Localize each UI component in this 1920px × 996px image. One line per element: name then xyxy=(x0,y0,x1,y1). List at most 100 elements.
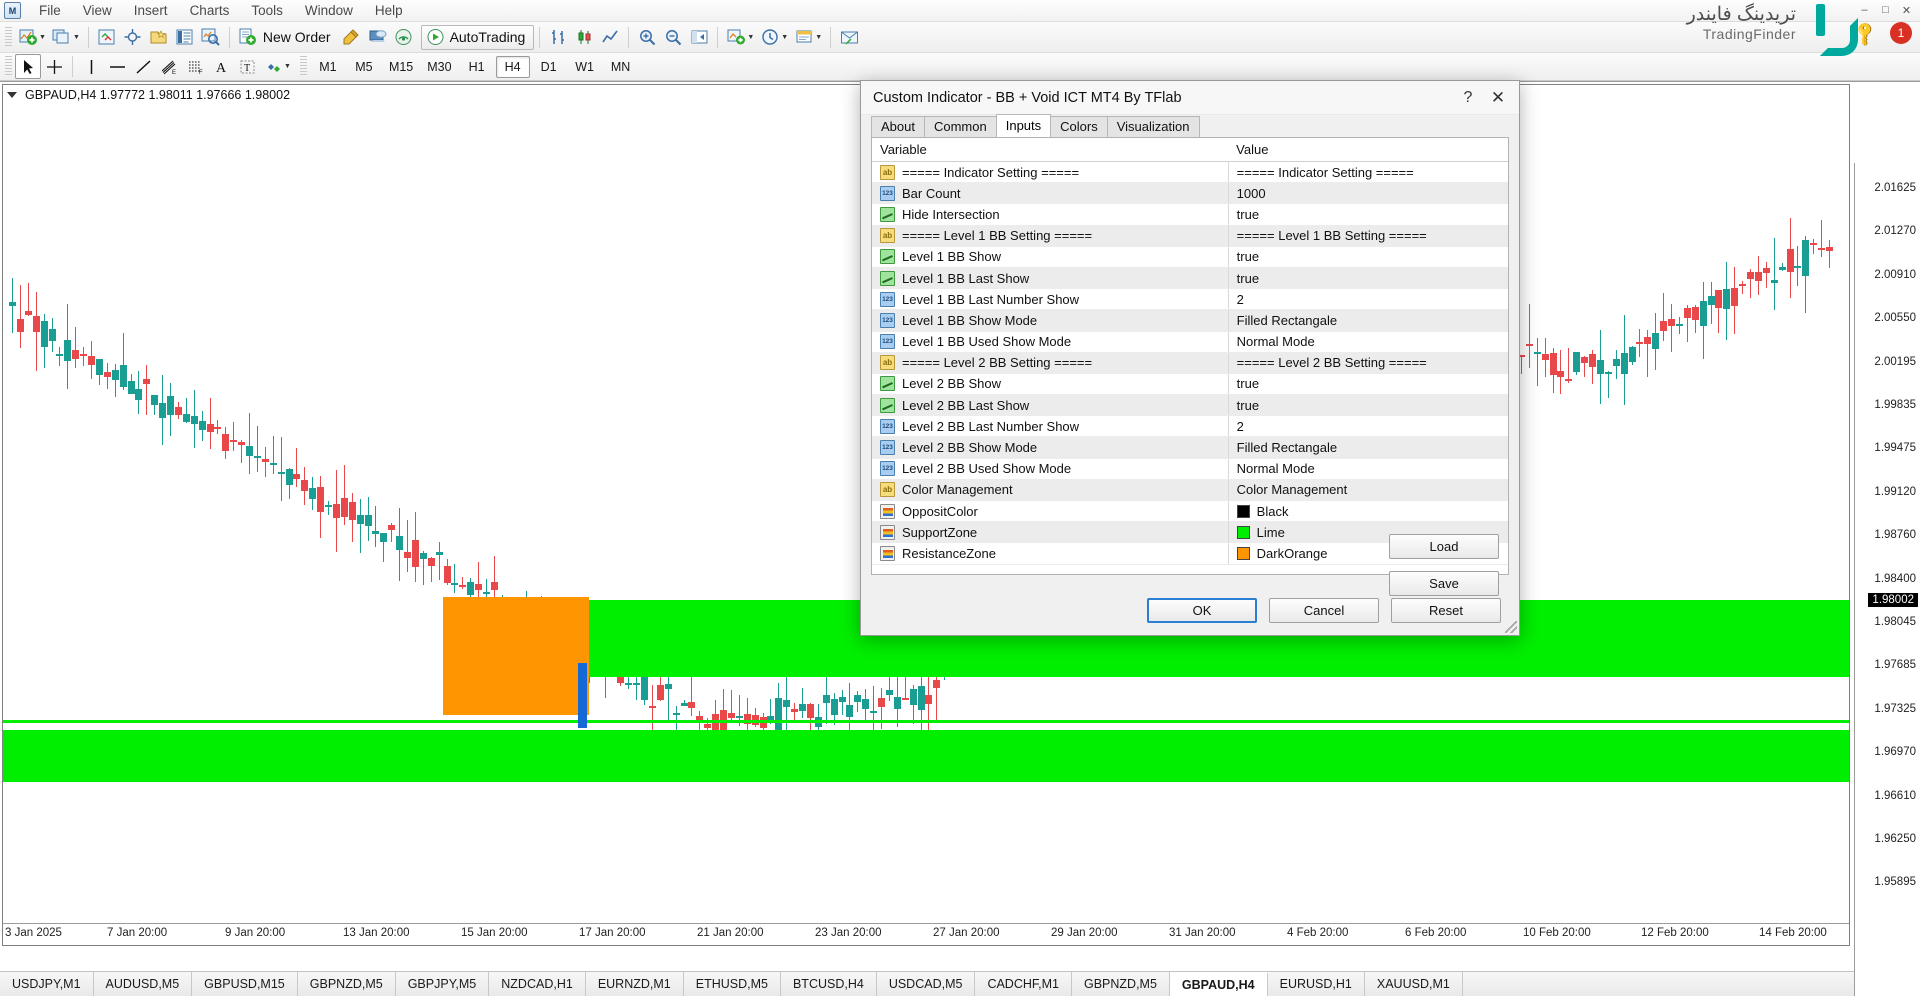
table-row[interactable]: Level 2 BB Showtrue xyxy=(872,373,1508,394)
bar-chart-icon[interactable] xyxy=(545,25,571,50)
table-row[interactable]: Level 1 BB Last Showtrue xyxy=(872,267,1508,288)
maximize-button[interactable]: □ xyxy=(1878,3,1893,17)
custom-indicator-dialog[interactable]: Custom Indicator - BB + Void ICT MT4 By … xyxy=(860,80,1520,636)
timeframe-d1[interactable]: D1 xyxy=(532,56,566,78)
reset-button[interactable]: Reset xyxy=(1391,598,1501,623)
zoom-in-icon[interactable] xyxy=(634,25,660,50)
autotrading-button[interactable]: AutoTrading xyxy=(421,25,535,50)
terminal-icon[interactable] xyxy=(172,25,198,50)
equidistant-channel-icon[interactable]: E xyxy=(156,54,182,79)
param-value-cell[interactable]: true xyxy=(1228,395,1508,416)
help-icon[interactable]: ? xyxy=(1453,85,1483,111)
symbol-tab[interactable]: USDCAD,M5 xyxy=(877,972,976,996)
table-row[interactable]: Level 1 BB Used Show ModeNormal Mode xyxy=(872,331,1508,352)
vertical-line-icon[interactable] xyxy=(78,54,104,79)
table-row[interactable]: ===== Level 1 BB Setting ========== Leve… xyxy=(872,225,1508,246)
notification-badge[interactable]: 1 xyxy=(1890,22,1912,44)
symbol-tab[interactable]: EURUSD,H1 xyxy=(1268,972,1365,996)
menu-help[interactable]: Help xyxy=(365,1,413,21)
signals-icon[interactable] xyxy=(391,25,417,50)
chart-collapse-icon[interactable] xyxy=(7,92,17,98)
candlestick-chart-icon[interactable] xyxy=(571,25,597,50)
navigator-icon[interactable] xyxy=(146,25,172,50)
table-row[interactable]: ===== Level 2 BB Setting ========== Leve… xyxy=(872,352,1508,373)
horizontal-line-icon[interactable] xyxy=(104,54,130,79)
text-label-icon[interactable]: T xyxy=(234,54,260,79)
timeframe-m15[interactable]: M15 xyxy=(383,56,419,78)
zoom-out-icon[interactable] xyxy=(660,25,686,50)
cursor-icon[interactable] xyxy=(15,54,41,79)
close-icon[interactable]: ✕ xyxy=(1483,85,1513,111)
param-value-cell[interactable]: ===== Level 1 BB Setting ===== xyxy=(1228,225,1508,246)
param-value-cell[interactable]: 1000 xyxy=(1228,183,1508,204)
menu-view[interactable]: View xyxy=(73,1,122,21)
new-order-button[interactable]: New Order xyxy=(261,29,339,45)
timeframe-grip[interactable] xyxy=(300,56,307,77)
tab-colors[interactable]: Colors xyxy=(1050,116,1108,137)
table-row[interactable]: Level 1 BB Show ModeFilled Rectangale xyxy=(872,310,1508,331)
text-icon[interactable]: A xyxy=(208,54,234,79)
new-chart-icon[interactable] xyxy=(15,25,41,50)
crosshair-tool-icon[interactable] xyxy=(41,54,67,79)
mql5-community-icon[interactable] xyxy=(365,25,391,50)
param-value-cell[interactable]: true xyxy=(1228,373,1508,394)
menu-tools[interactable]: Tools xyxy=(241,1,293,21)
symbol-tab[interactable]: XAUUSD,M1 xyxy=(1365,972,1463,996)
dialog-titlebar[interactable]: Custom Indicator - BB + Void ICT MT4 By … xyxy=(861,81,1519,115)
minimize-button[interactable]: – xyxy=(1857,3,1872,17)
timeframe-m30[interactable]: M30 xyxy=(421,56,457,78)
indicators-icon[interactable] xyxy=(723,25,749,50)
symbol-tab[interactable]: EURNZD,M1 xyxy=(586,972,684,996)
symbol-tab[interactable]: USDJPY,M1 xyxy=(0,972,94,996)
menu-file[interactable]: File xyxy=(29,1,71,21)
symbol-tab[interactable]: CADCHF,M1 xyxy=(975,972,1072,996)
param-value-cell[interactable]: Normal Mode xyxy=(1228,331,1508,352)
symbol-tab[interactable]: GBPNZD,M5 xyxy=(1072,972,1170,996)
symbol-tab[interactable]: BTCUSD,H4 xyxy=(781,972,877,996)
crosshair-icon[interactable] xyxy=(120,25,146,50)
profiles-icon[interactable] xyxy=(49,25,75,50)
timeframe-w1[interactable]: W1 xyxy=(568,56,602,78)
table-row[interactable]: Level 1 BB Showtrue xyxy=(872,246,1508,267)
shapes-icon[interactable] xyxy=(260,54,286,79)
param-value-cell[interactable]: 2 xyxy=(1228,416,1508,437)
line-chart-icon[interactable] xyxy=(597,25,623,50)
menu-window[interactable]: Window xyxy=(295,1,363,21)
menu-insert[interactable]: Insert xyxy=(124,1,178,21)
table-row[interactable]: Bar Count1000 xyxy=(872,183,1508,204)
param-value-cell[interactable]: Normal Mode xyxy=(1228,458,1508,479)
strategy-tester-icon[interactable] xyxy=(198,25,224,50)
param-value-cell[interactable]: ===== Indicator Setting ===== xyxy=(1228,162,1508,183)
toolbar-grip[interactable] xyxy=(5,27,12,48)
periods-icon[interactable] xyxy=(757,25,783,50)
table-row[interactable]: Level 2 BB Last Number Show2 xyxy=(872,416,1508,437)
table-row[interactable]: Level 2 BB Last Showtrue xyxy=(872,395,1508,416)
param-value-cell[interactable]: Filled Rectangale xyxy=(1228,310,1508,331)
symbol-tab[interactable]: GBPUSD,M15 xyxy=(192,972,298,996)
ok-button[interactable]: OK xyxy=(1147,598,1257,623)
tab-inputs[interactable]: Inputs xyxy=(996,114,1051,137)
trendline-icon[interactable] xyxy=(130,54,156,79)
drawing-toolbar-grip[interactable] xyxy=(5,56,12,77)
tab-about[interactable]: About xyxy=(871,116,925,137)
dialog-resize-grip[interactable] xyxy=(1505,621,1517,633)
metaeditor-icon[interactable] xyxy=(339,25,365,50)
load-button[interactable]: Load xyxy=(1389,534,1499,559)
templates-icon[interactable] xyxy=(791,25,817,50)
symbol-tab[interactable]: AUDUSD,M5 xyxy=(94,972,193,996)
timeframe-m1[interactable]: M1 xyxy=(311,56,345,78)
param-value-cell[interactable]: Black xyxy=(1228,501,1508,522)
symbol-tab[interactable]: GBPJPY,M5 xyxy=(396,972,490,996)
param-value-cell[interactable]: 2 xyxy=(1228,289,1508,310)
fibonacci-icon[interactable]: F xyxy=(182,54,208,79)
param-value-cell[interactable]: true xyxy=(1228,267,1508,288)
table-row[interactable]: Level 2 BB Show ModeFilled Rectangale xyxy=(872,437,1508,458)
close-button[interactable]: ✕ xyxy=(1899,3,1914,17)
table-row[interactable]: Color ManagementColor Management xyxy=(872,479,1508,500)
table-row[interactable]: ===== Indicator Setting ========== Indic… xyxy=(872,162,1508,183)
save-button[interactable]: Save xyxy=(1389,571,1499,596)
table-row[interactable]: Level 2 BB Used Show ModeNormal Mode xyxy=(872,458,1508,479)
param-value-cell[interactable]: true xyxy=(1228,204,1508,225)
timeframe-h4[interactable]: H4 xyxy=(496,56,530,78)
timeframe-h1[interactable]: H1 xyxy=(460,56,494,78)
